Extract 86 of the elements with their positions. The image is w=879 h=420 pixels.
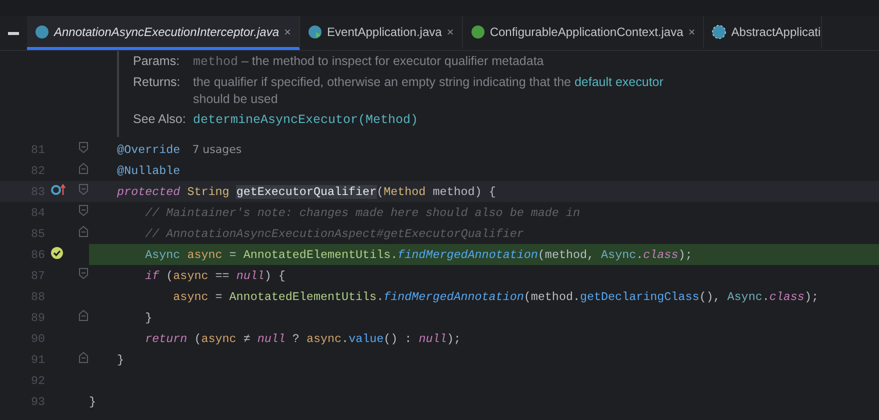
keyword: null (418, 332, 447, 346)
fold-icon[interactable] (78, 352, 88, 363)
usages-hint: 7 usages (192, 143, 242, 156)
keyword: class (769, 290, 804, 304)
code-text: ( (193, 332, 202, 346)
code-text: ( (165, 268, 174, 282)
code-text: method) { (432, 184, 496, 198)
method-call: findMergedAnnotation (384, 290, 524, 304)
class-icon (35, 24, 49, 38)
parameter-name: method (193, 55, 238, 69)
code-text: = (228, 248, 238, 262)
editor-tab[interactable]: EventApplication.java × (300, 16, 463, 50)
code-text: == (214, 268, 230, 282)
code-text: ); (804, 290, 818, 304)
code-text: (method. (524, 290, 580, 304)
fold-icon[interactable] (78, 205, 88, 216)
class-icon (712, 24, 726, 38)
keyword: return (144, 332, 188, 346)
doc-text: the qualifier if specified, otherwise an empty string indicating that the (193, 75, 572, 89)
code-text: } (116, 352, 124, 366)
keyword: class (643, 248, 678, 262)
annotation: @Nullable (116, 164, 180, 178)
doc-label: Returns: (133, 74, 182, 91)
code-text: = (214, 290, 224, 304)
editor-tab[interactable]: AbstractApplicati (704, 16, 822, 50)
code-comment: // Maintainer's note: changes made here should also be made in (144, 206, 580, 220)
doc-label: See Also: (133, 111, 187, 128)
code-text: () : (384, 332, 413, 346)
doc-link[interactable]: default executor (574, 75, 664, 89)
interface-icon (470, 24, 485, 38)
code-text: (), (699, 290, 722, 304)
type-name: String (187, 184, 230, 198)
method-call: getDeclaringClass (580, 290, 700, 304)
keyword: protected (116, 184, 182, 198)
close-button[interactable]: × (284, 24, 292, 38)
doc-text: should be used (193, 92, 278, 106)
doc-link[interactable]: determineAsyncExecutor(Method) (193, 113, 418, 127)
close-button[interactable]: × (446, 24, 454, 38)
code-comment: // AnnotationAsyncExecutionAspect#getExecutorQualifier (144, 226, 524, 240)
check-icon[interactable] (51, 246, 63, 258)
keyword: null (257, 332, 286, 346)
code-text: . (390, 248, 398, 262)
class-icon (308, 24, 322, 38)
editor-tab[interactable]: AnnotationAsyncExecutionInterceptor.java × (27, 16, 300, 50)
code-text: ≠ (242, 332, 252, 346)
editor-tab[interactable]: ConfigurableApplicationContext.java × (462, 16, 704, 50)
method-call: value (348, 332, 384, 346)
code-text: ) { (264, 268, 286, 282)
code-text: } (144, 310, 152, 324)
variable: async (201, 332, 236, 346)
code-text: ); (678, 248, 692, 262)
code-text: . (762, 290, 770, 304)
code-text: ); (446, 332, 461, 346)
annotation: @Override (116, 142, 180, 156)
type-name: Method (384, 184, 427, 198)
class-name: Async (727, 290, 762, 304)
code-text: ( (376, 184, 384, 198)
variable: async (306, 332, 342, 346)
fold-icon[interactable] (78, 184, 88, 195)
code-text: (method, (538, 248, 596, 262)
keyword: null (236, 268, 264, 282)
close-button[interactable]: × (688, 24, 696, 38)
class-name: AnnotatedElementUtils (243, 248, 391, 262)
doc-label: Params: (133, 53, 181, 70)
method-call: findMergedAnnotation (398, 248, 538, 262)
collapse-icon[interactable] (8, 32, 19, 34)
class-name: AnnotatedElementUtils (229, 290, 377, 304)
code-text: . (636, 248, 644, 262)
overrides-icon[interactable] (51, 184, 67, 196)
variable: async (173, 268, 208, 282)
fold-icon[interactable] (78, 163, 88, 174)
code-text: . (342, 332, 349, 346)
fold-icon[interactable] (78, 142, 88, 153)
doc-text: – the method to inspect for executor qualifier metadata (240, 54, 544, 68)
variable: async (172, 290, 208, 304)
class-name: Async (601, 248, 636, 262)
fold-icon[interactable] (78, 226, 88, 237)
fold-icon[interactable] (78, 310, 88, 321)
code-text: . (376, 290, 384, 304)
code-text: ? (291, 332, 300, 346)
method-name: getExecutorQualifier (236, 184, 377, 198)
class-name: Async (144, 248, 182, 262)
code-text: } (89, 394, 96, 408)
fold-icon[interactable] (78, 268, 88, 279)
keyword: if (144, 268, 160, 282)
variable: async (187, 248, 222, 262)
